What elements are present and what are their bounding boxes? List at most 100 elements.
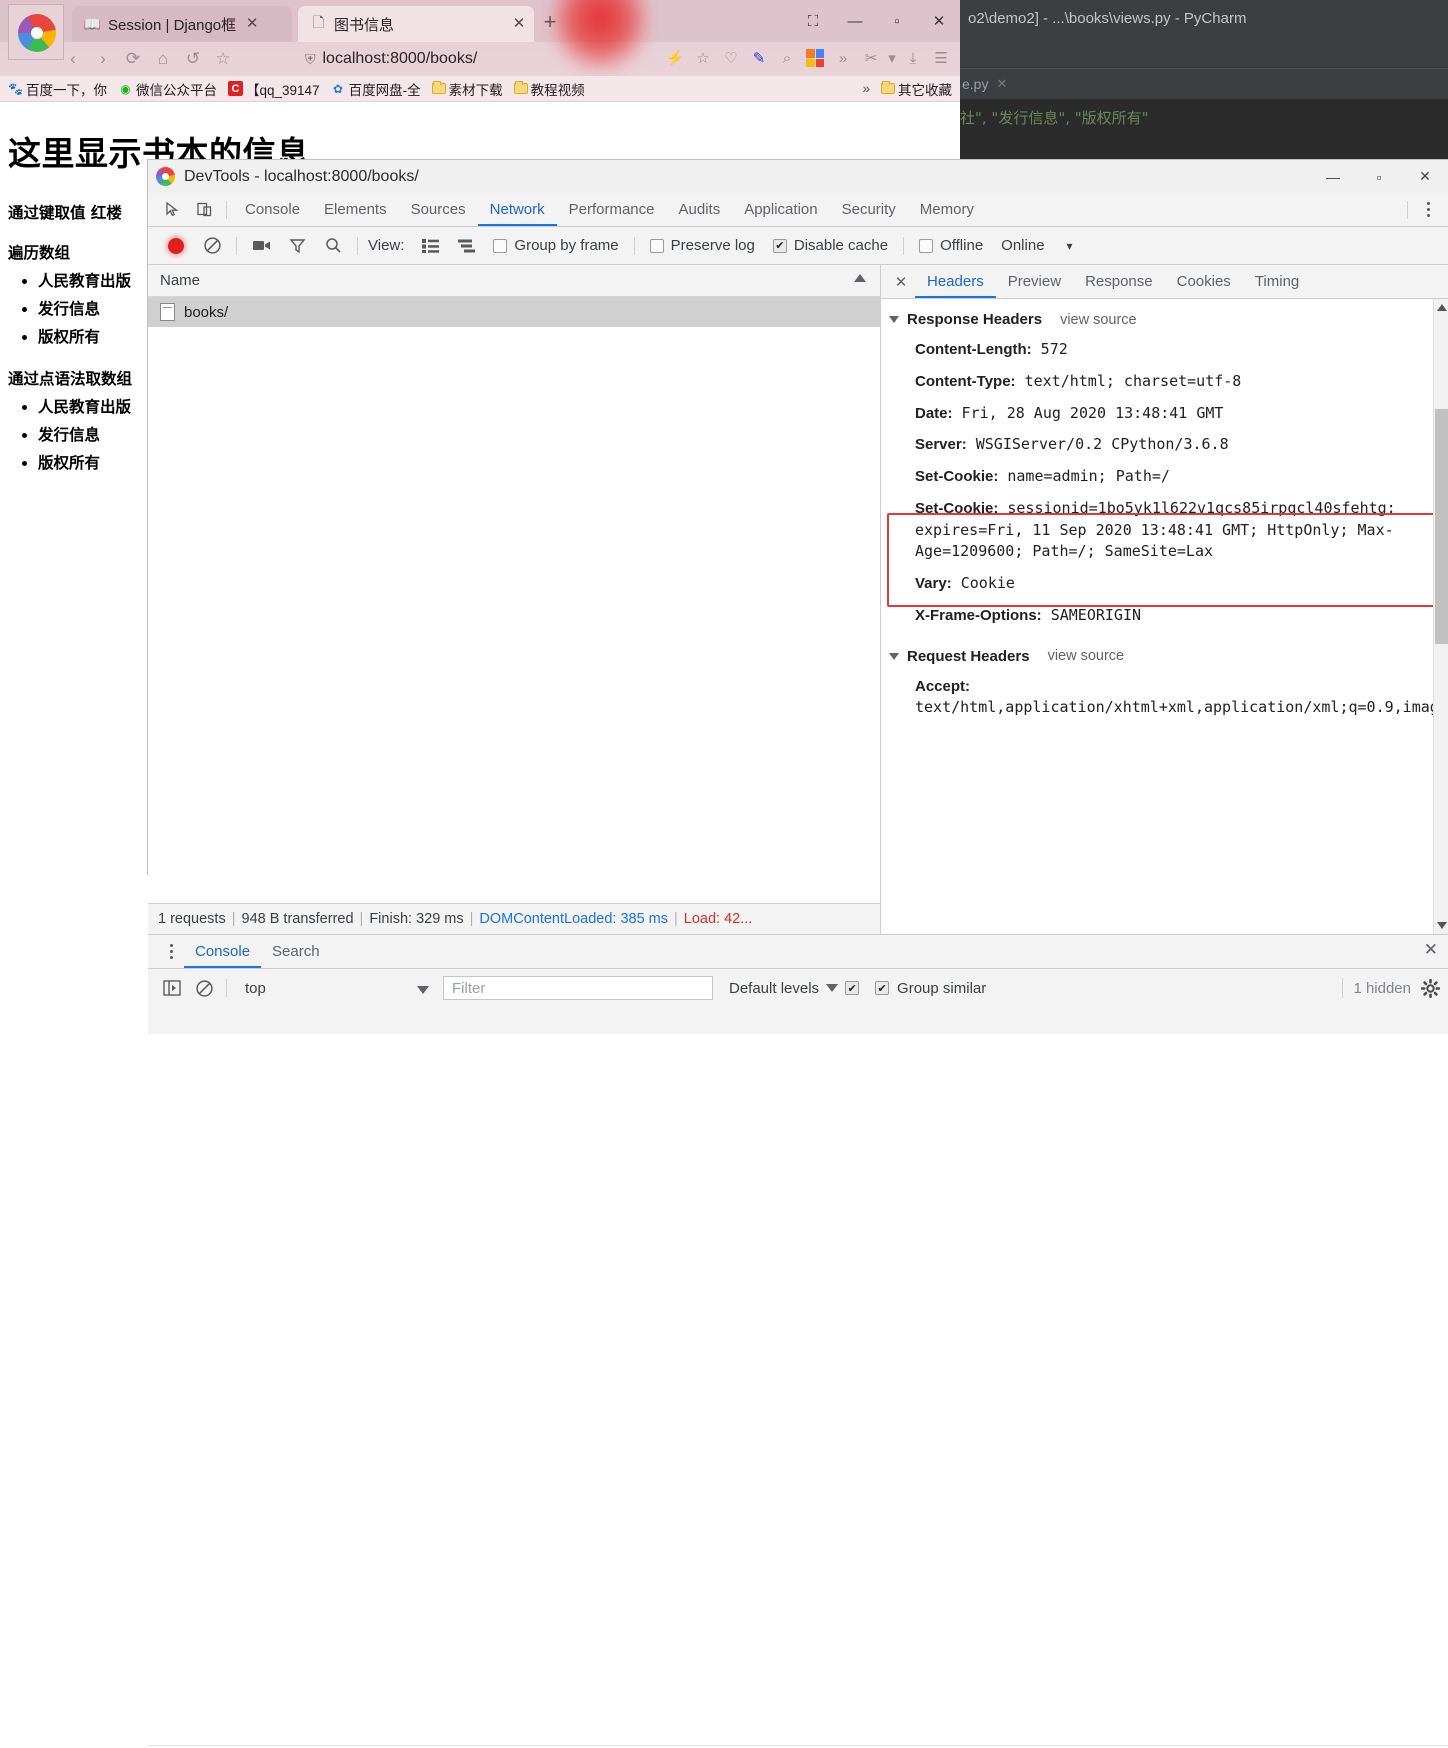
scrollbar-thumb[interactable] bbox=[1435, 409, 1448, 644]
undo-icon[interactable]: ↺ bbox=[178, 44, 208, 74]
bookmark-item-2[interactable]: C 【qq_39147 bbox=[224, 79, 324, 99]
tab-memory[interactable]: Memory bbox=[908, 193, 986, 226]
maximize-button[interactable]: ▫ bbox=[876, 0, 918, 42]
overflow-icon[interactable]: » bbox=[830, 44, 856, 72]
console-filter-input[interactable]: Filter bbox=[443, 976, 713, 1000]
tab-network[interactable]: Network bbox=[478, 193, 557, 226]
devtools-window[interactable]: DevTools - localhost:8000/books/ — ▫ ✕ C… bbox=[148, 160, 1448, 1746]
headers-scrollbar[interactable] bbox=[1433, 299, 1448, 934]
tab-sources[interactable]: Sources bbox=[399, 193, 478, 226]
drawer-more-options-icon[interactable] bbox=[158, 937, 184, 967]
forward-icon[interactable]: › bbox=[88, 44, 118, 74]
record-icon[interactable] bbox=[158, 228, 194, 264]
scissors-icon[interactable]: ✂ bbox=[858, 44, 884, 72]
tab-strip[interactable]: 📖 Session | Django框 ✕ 🗋 图书信息 ✕ + ⛶ — ▫ ✕ bbox=[0, 0, 960, 74]
device-toolbar-icon[interactable] bbox=[188, 195, 220, 225]
clear-icon[interactable] bbox=[194, 228, 230, 264]
devtools-window-controls[interactable]: — ▫ ✕ bbox=[1310, 160, 1448, 193]
scissors-caret-icon[interactable]: ▾ bbox=[886, 44, 898, 72]
offline-checkbox[interactable]: Offline bbox=[910, 237, 992, 254]
chevron-down-icon[interactable] bbox=[889, 316, 899, 323]
view-source-link[interactable]: view source bbox=[1060, 312, 1137, 328]
minimize-button[interactable]: — bbox=[1310, 160, 1356, 193]
toolbar-right[interactable]: ⚡ ☆ ♡ ✎ ⌕ » ✂ ▾ ⤓ ☰ bbox=[662, 44, 954, 72]
bookmark-item-1[interactable]: ◉ 微信公众平台 bbox=[114, 79, 221, 99]
table-row[interactable]: books/ bbox=[148, 297, 880, 327]
throttling-select[interactable]: Online ▾ bbox=[992, 237, 1081, 254]
pycharm-editor-tab-close-icon[interactable]: ✕ bbox=[996, 76, 1007, 92]
pycharm-editor[interactable]: 社", "发行信息", "版权所有" bbox=[960, 99, 1448, 165]
bookmark-star-icon[interactable]: ☆ bbox=[208, 44, 238, 74]
scroll-down-arrow-icon[interactable] bbox=[1437, 922, 1447, 929]
sort-ascending-icon[interactable] bbox=[854, 274, 866, 282]
drawer-tab-search[interactable]: Search bbox=[261, 935, 331, 968]
new-tab-button[interactable]: + bbox=[537, 10, 563, 36]
console-levels-select[interactable]: Default levels ✔ bbox=[729, 980, 860, 997]
address-bar[interactable]: ⛨ localhost:8000/books/ bbox=[305, 46, 635, 72]
view-list-icon[interactable] bbox=[412, 228, 448, 264]
scroll-up-arrow-icon[interactable] bbox=[1437, 304, 1447, 311]
group-by-frame-checkbox[interactable]: Group by frame bbox=[484, 237, 627, 254]
devtools-more-options-icon[interactable] bbox=[1414, 195, 1442, 225]
console-context-select[interactable]: top bbox=[233, 980, 443, 997]
pycharm-editor-tabbar[interactable]: e.py ✕ bbox=[960, 69, 1448, 99]
browser-tab-1-close-icon[interactable]: ✕ bbox=[243, 15, 261, 33]
response-headers-title-row[interactable]: Response Headers view source bbox=[889, 305, 1448, 334]
filter-icon[interactable] bbox=[279, 228, 315, 264]
address-bar-url[interactable]: localhost:8000/books/ bbox=[323, 50, 478, 68]
request-headers-title-row[interactable]: Request Headers view source bbox=[889, 642, 1448, 671]
preserve-log-checkbox[interactable]: Preserve log bbox=[641, 237, 764, 254]
download-icon[interactable]: ⤓ bbox=[900, 44, 926, 72]
devtools-tabbar-right[interactable] bbox=[1401, 193, 1442, 226]
home-icon[interactable]: ⌂ bbox=[148, 44, 178, 74]
drawer-close-icon[interactable]: ✕ bbox=[1424, 940, 1438, 960]
tab-application[interactable]: Application bbox=[732, 193, 829, 226]
screenshot-camera-icon[interactable] bbox=[243, 228, 279, 264]
close-detail-icon[interactable]: ✕ bbox=[887, 267, 915, 297]
minimize-button[interactable]: — bbox=[834, 0, 876, 42]
tab-cookies[interactable]: Cookies bbox=[1165, 265, 1243, 298]
lightning-icon[interactable]: ⚡ bbox=[662, 44, 688, 72]
tab-elements[interactable]: Elements bbox=[312, 193, 399, 226]
group-similar-checkbox[interactable]: ✔ Group similar bbox=[875, 980, 986, 997]
clear-console-icon[interactable] bbox=[188, 972, 220, 1004]
browser-window-controls[interactable]: ⛶ — ▫ ✕ bbox=[792, 0, 960, 42]
star-icon[interactable]: ☆ bbox=[690, 44, 716, 72]
console-sidebar-icon[interactable] bbox=[156, 972, 188, 1004]
tab-response[interactable]: Response bbox=[1073, 265, 1165, 298]
menu-icon[interactable]: ☰ bbox=[928, 44, 954, 72]
network-toolbar[interactable]: View: Group by frame Preserve log ✔ Disa… bbox=[148, 227, 1448, 265]
bookmark-item-3[interactable]: ✿ 百度网盘-全 bbox=[327, 79, 425, 99]
browser-tab-2-close-icon[interactable]: ✕ bbox=[510, 15, 528, 33]
bookmark-item-4[interactable]: 素材下载 bbox=[428, 79, 507, 99]
zoom-icon[interactable]: ⌕ bbox=[774, 44, 800, 72]
view-source-link[interactable]: view source bbox=[1048, 648, 1125, 664]
extensions-icon[interactable] bbox=[802, 44, 828, 72]
browser-tab-2[interactable]: 🗋 图书信息 ✕ bbox=[298, 6, 534, 42]
back-icon[interactable]: ‹ bbox=[58, 44, 88, 74]
close-button[interactable]: ✕ bbox=[918, 0, 960, 42]
console-toolbar-right[interactable]: 1 hidden bbox=[1342, 969, 1440, 1007]
drawer-tab-console[interactable]: Console bbox=[184, 935, 261, 968]
tab-preview[interactable]: Preview bbox=[996, 265, 1073, 298]
tab-security[interactable]: Security bbox=[830, 193, 908, 226]
bookmark-item-0[interactable]: 🐾 百度一下，你 bbox=[4, 79, 111, 99]
disable-cache-checkbox[interactable]: ✔ Disable cache bbox=[764, 237, 897, 254]
levels-checkbox[interactable]: ✔ bbox=[845, 981, 860, 995]
bookmark-item-5[interactable]: 教程视频 bbox=[510, 79, 589, 99]
bookmark-other[interactable]: 其它收藏 bbox=[877, 79, 956, 99]
request-list-column-header[interactable]: Name bbox=[148, 265, 880, 297]
devtools-drawer[interactable]: Console Search ✕ top Filter Default leve… bbox=[148, 934, 1448, 1746]
pycharm-editor-tab-label[interactable]: e.py bbox=[962, 76, 988, 92]
tab-performance[interactable]: Performance bbox=[557, 193, 667, 226]
network-request-list[interactable]: Name books/ bbox=[148, 265, 881, 903]
reload-icon[interactable]: ⟳ bbox=[118, 44, 148, 74]
close-button[interactable]: ✕ bbox=[1402, 160, 1448, 193]
browser-tab-1[interactable]: 📖 Session | Django框 ✕ bbox=[72, 6, 292, 42]
headers-scroll-area[interactable]: Response Headers view source Content-Len… bbox=[881, 299, 1448, 934]
tab-timing[interactable]: Timing bbox=[1243, 265, 1311, 298]
devtools-panel-tabs[interactable]: Console Elements Sources Network Perform… bbox=[148, 193, 1448, 227]
cast-icon[interactable]: ⛶ bbox=[792, 0, 834, 42]
request-detail-tabs[interactable]: ✕ Headers Preview Response Cookies Timin… bbox=[881, 265, 1448, 299]
heart-icon[interactable]: ♡ bbox=[718, 44, 744, 72]
